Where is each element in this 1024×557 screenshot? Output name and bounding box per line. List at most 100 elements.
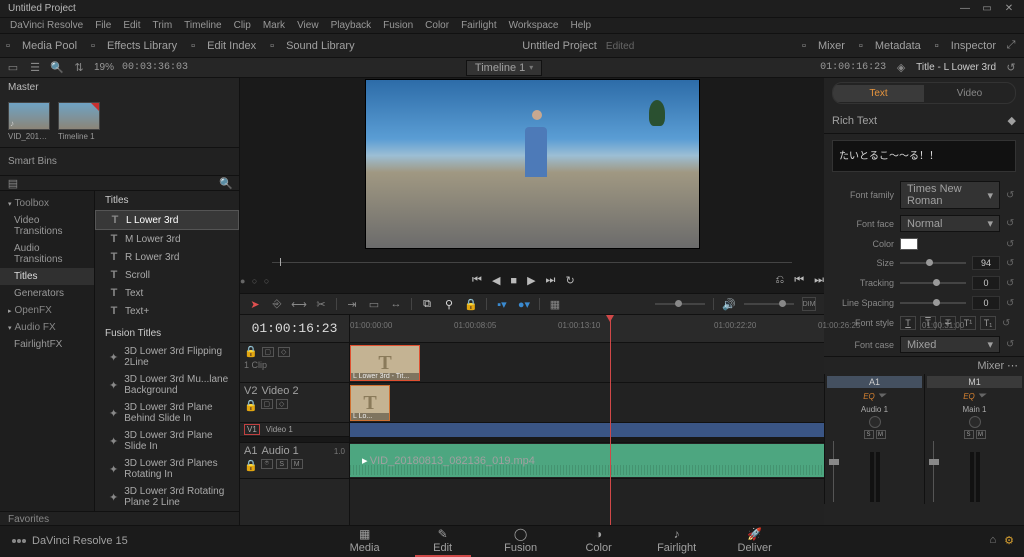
size-slider[interactable]: [900, 262, 966, 264]
disable-v2[interactable]: ◇: [278, 347, 290, 357]
zoom-percent[interactable]: 19%: [94, 62, 114, 73]
media-clip[interactable]: Timeline 1: [58, 102, 100, 141]
track-header-v1[interactable]: V1 Video 1: [240, 423, 349, 437]
filter-icon[interactable]: ▤: [6, 176, 20, 190]
tracking-value[interactable]: 0: [972, 276, 1000, 290]
menu-fusion[interactable]: Fusion: [379, 20, 417, 31]
fx-cat-titles[interactable]: Titles: [0, 268, 94, 285]
menu-playback[interactable]: Playback: [327, 20, 376, 31]
reset-font-family[interactable]: ↺: [1006, 190, 1016, 201]
line-spacing-value[interactable]: 0: [972, 296, 1000, 310]
blade-tool[interactable]: ✂: [314, 297, 328, 311]
inspector-tab-video[interactable]: Video: [924, 85, 1015, 102]
fx-cat-video-transitions[interactable]: Video Transitions: [0, 212, 94, 240]
search-icon[interactable]: 🔍: [50, 61, 64, 75]
viewer-scrubber[interactable]: [272, 255, 792, 269]
page-tab-deliver[interactable]: 🚀Deliver: [717, 524, 793, 557]
fusion-title-preset[interactable]: ✦3D Lower 3rd Plane Slide In: [95, 427, 239, 455]
menu-workspace[interactable]: Workspace: [505, 20, 563, 31]
richtext-input[interactable]: たいとるこ～～る！！: [832, 140, 1016, 172]
snap-toggle[interactable]: ⧉: [420, 297, 434, 311]
dynamic-trim-tool[interactable]: ⟷: [292, 297, 306, 311]
overwrite-tool[interactable]: ▭: [367, 297, 381, 311]
next-frame-button[interactable]: ⏭: [546, 274, 556, 287]
go-out-button[interactable]: ⏭: [814, 274, 824, 287]
timeline-view-options[interactable]: ▦: [548, 297, 562, 311]
page-tab-color[interactable]: ◑Color: [561, 524, 637, 557]
mixer-channel-a1[interactable]: A1EQ ⏷Audio 1SM: [824, 374, 924, 504]
menu-color[interactable]: Color: [421, 20, 453, 31]
title-clip-selected[interactable]: TL Lower 3rd - Tit...: [350, 345, 420, 381]
volume-slider[interactable]: [744, 303, 794, 305]
video-clip[interactable]: [350, 423, 824, 437]
audio-clip[interactable]: ▸ VID_20180813_082136_019.mp4: [350, 444, 824, 477]
insert-tool[interactable]: ⇥: [345, 297, 359, 311]
track-v2-top[interactable]: TL Lower 3rd - Tit...: [350, 343, 824, 383]
menu-view[interactable]: View: [293, 20, 323, 31]
title-preset[interactable]: TScroll: [95, 266, 239, 284]
stop-button[interactable]: ■: [510, 275, 517, 287]
track-header-v2[interactable]: 🔒▢◇ 1 Clip: [240, 343, 349, 383]
home-icon[interactable]: ⌂: [989, 534, 996, 547]
menu-davinci-resolve[interactable]: DaVinci Resolve: [6, 20, 87, 31]
go-in-button[interactable]: ⏮: [794, 274, 804, 287]
size-value[interactable]: 94: [972, 256, 1000, 270]
replace-tool[interactable]: ↔: [389, 297, 403, 311]
menu-help[interactable]: Help: [566, 20, 595, 31]
reset-font-style[interactable]: ↺: [1002, 318, 1012, 329]
ws-index[interactable]: ▫Edit Index: [191, 40, 256, 52]
page-tab-edit[interactable]: ✎Edit: [405, 524, 481, 557]
prev-frame-button[interactable]: ◀: [492, 274, 500, 287]
auto-select-v2[interactable]: ▢: [262, 347, 274, 357]
fx-cat-audio-fx[interactable]: ▾Audio FX: [0, 319, 94, 336]
title-preset[interactable]: TText: [95, 284, 239, 302]
keyframe-icon[interactable]: ◆: [1008, 114, 1016, 127]
mixer-channel-m1[interactable]: M1EQ ⏷Main 1SM: [924, 374, 1024, 504]
sort-icon[interactable]: ⇅: [72, 61, 86, 75]
fusion-title-preset[interactable]: ✦3D Lower 3rd Mu...lane Background: [95, 371, 239, 399]
ws-meta[interactable]: ▫Metadata: [859, 40, 921, 52]
color-swatch[interactable]: [900, 238, 918, 250]
sub-button[interactable]: T₁: [980, 316, 996, 330]
lock-icon[interactable]: 🔒: [244, 399, 258, 412]
bin-header[interactable]: Master: [0, 78, 239, 96]
search-icon[interactable]: 🔍: [219, 176, 233, 190]
mark-in-icon[interactable]: ⎌: [775, 274, 784, 287]
timeline-dropdown[interactable]: Timeline 1▾: [466, 60, 542, 76]
title-preset[interactable]: TM Lower 3rd: [95, 230, 239, 248]
bypass-icon[interactable]: ◈: [894, 61, 908, 75]
fusion-title-preset[interactable]: ✦3D Lower 3rd Plane Behind Slide In: [95, 399, 239, 427]
inspector-tab-text[interactable]: Text: [833, 85, 924, 102]
ws-fx[interactable]: ▫Effects Library: [91, 40, 177, 52]
reset-color[interactable]: ↺: [1006, 239, 1016, 250]
track-v2[interactable]: TL Lo...: [350, 383, 824, 423]
ws-mixer[interactable]: ▫Mixer: [802, 40, 845, 52]
minimize-button[interactable]: —: [954, 3, 976, 14]
app-logo[interactable]: DaVinci Resolve 15: [0, 535, 140, 547]
marker-blue-icon[interactable]: ●▾: [517, 297, 531, 311]
track-header-a1[interactable]: A1Audio 11.0 🔒⌾SM: [240, 443, 349, 479]
title-preset[interactable]: TR Lower 3rd: [95, 248, 239, 266]
playhead[interactable]: [610, 315, 611, 525]
list-icon[interactable]: ☰: [28, 61, 42, 75]
reset-size[interactable]: ↺: [1006, 258, 1016, 269]
trim-tool[interactable]: ⎆: [270, 297, 284, 311]
mixer-options-icon[interactable]: ⋯: [1007, 360, 1018, 372]
underline-button[interactable]: T: [900, 316, 916, 330]
title-preset[interactable]: TL Lower 3rd: [95, 210, 239, 230]
page-tab-media[interactable]: ▦Media: [327, 524, 403, 557]
page-tab-fairlight[interactable]: ♪Fairlight: [639, 524, 715, 557]
menu-trim[interactable]: Trim: [149, 20, 177, 31]
volume-icon[interactable]: 🔊: [722, 297, 736, 311]
fx-cat-openfx[interactable]: ▸OpenFX: [0, 302, 94, 319]
play-button[interactable]: ▶: [527, 274, 535, 287]
media-clip[interactable]: ♪VID_20180813_08213...: [8, 102, 50, 141]
font-family-select[interactable]: Times New Roman▾: [900, 181, 1000, 209]
reset-icon[interactable]: ↺: [1004, 61, 1018, 75]
lock-toggle[interactable]: 🔒: [464, 297, 478, 311]
expand-icon[interactable]: ⤢: [1004, 39, 1018, 53]
fx-cat-fairlightfx[interactable]: FairlightFX: [0, 336, 94, 353]
menu-fairlight[interactable]: Fairlight: [457, 20, 501, 31]
fx-cat-toolbox[interactable]: ▾Toolbox: [0, 195, 94, 212]
solo-toggle[interactable]: S: [276, 459, 288, 469]
